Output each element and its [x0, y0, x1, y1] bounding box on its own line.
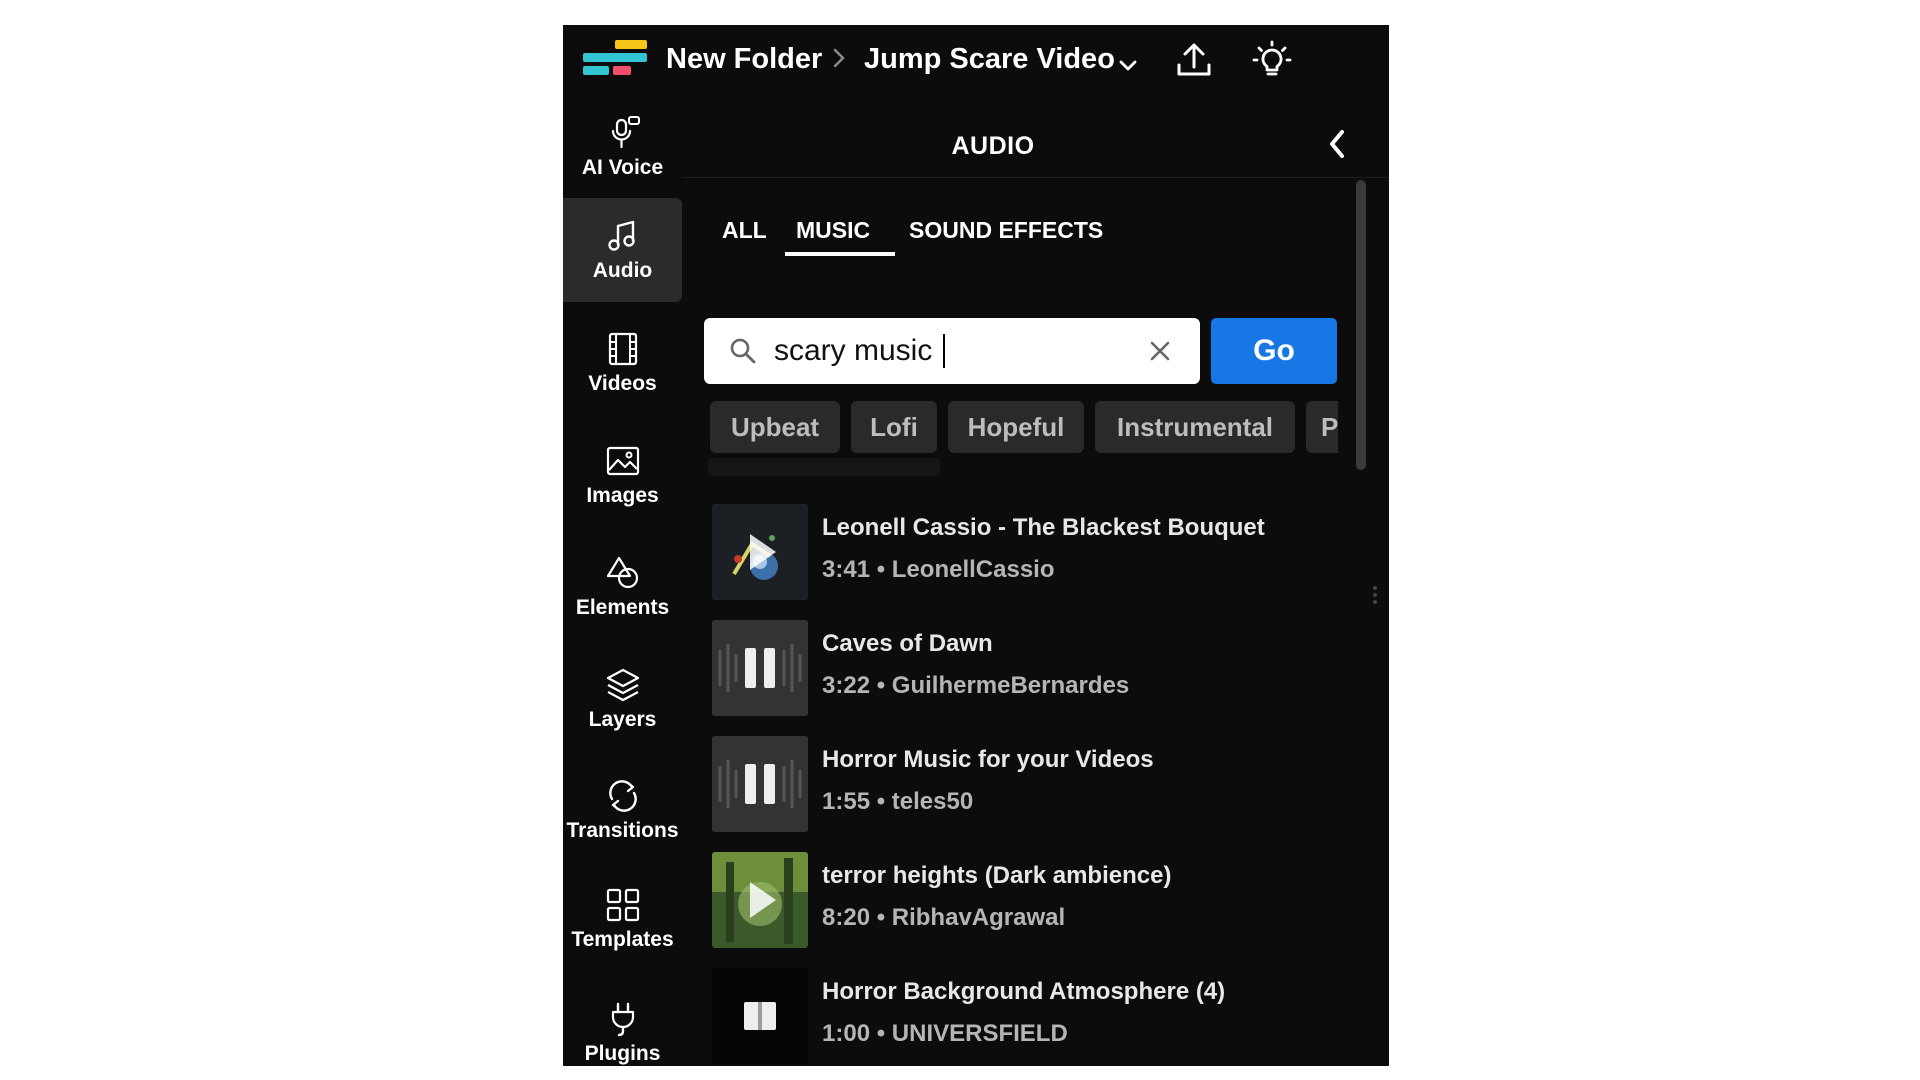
chip-lofi[interactable]: Lofi [851, 401, 937, 453]
track-meta: 3:41 • LeonellCassio [822, 556, 1055, 583]
sidebar-item-plugins[interactable]: Plugins [563, 981, 682, 1066]
text-caret [943, 334, 945, 368]
track-item[interactable]: Leonell Cassio - The Blackest Bouquet 3:… [712, 504, 1342, 600]
track-thumbnail[interactable] [712, 504, 808, 600]
panel-title: AUDIO [951, 132, 1035, 160]
track-item[interactable]: Horror Background Atmosphere (4) 1:00 • … [712, 968, 1342, 1064]
genre-chips: Upbeat Lofi Hopeful Instrumental P [710, 401, 1338, 453]
music-note-icon [607, 220, 635, 251]
chevron-left-icon[interactable] [1320, 122, 1354, 166]
layers-icon [606, 668, 639, 702]
breadcrumb-folder[interactable]: New Folder [666, 43, 822, 76]
track-title: Horror Music for your Videos [822, 746, 1154, 773]
sidebar-item-templates[interactable]: Templates [563, 867, 682, 971]
sidebar-item-audio[interactable]: Audio [563, 198, 682, 302]
chevron-down-icon[interactable] [1113, 51, 1143, 81]
close-icon[interactable] [1144, 335, 1176, 367]
image-icon [606, 446, 639, 476]
track-thumbnail[interactable] [712, 852, 808, 948]
panel-scrollbar[interactable] [1356, 180, 1366, 470]
sidebar-item-label: Plugins [584, 1042, 661, 1065]
shapes-icon [606, 556, 638, 589]
chips-scrollbar[interactable] [708, 458, 940, 476]
chip-hopeful[interactable]: Hopeful [948, 401, 1084, 453]
track-title: Caves of Dawn [822, 630, 993, 657]
track-title: Horror Background Atmosphere (4) [822, 978, 1226, 1005]
track-title: Leonell Cassio - The Blackest Bouquet [822, 514, 1265, 541]
app-logo[interactable] [583, 40, 647, 86]
microphone-icon [611, 116, 640, 149]
top-bar: New Folder Jump Scare Video [563, 25, 1389, 103]
sidebar-item-label: Templates [571, 928, 674, 951]
sidebar-item-label: Images [586, 484, 659, 507]
lightbulb-icon[interactable] [1251, 39, 1293, 81]
track-thumbnail[interactable] [712, 968, 808, 1064]
track-item[interactable]: Horror Music for your Videos 1:55 • tele… [712, 736, 1342, 832]
active-tab-indicator [785, 252, 895, 256]
film-icon [608, 332, 637, 366]
pause-icon [745, 648, 756, 688]
track-thumbnail[interactable] [712, 736, 808, 832]
plug-icon [611, 1002, 634, 1037]
track-item[interactable]: Caves of Dawn 3:22 • GuilhermeBernardes [712, 620, 1342, 716]
tab-all[interactable]: ALL [722, 217, 767, 244]
track-meta: 8:20 • RibhavAgrawal [822, 904, 1066, 931]
track-meta: 1:55 • teles50 [822, 788, 974, 815]
chevron-right-icon [833, 48, 845, 68]
panel-divider [682, 177, 1389, 178]
editor-window: New Folder Jump Scare Video AI Voice Aud… [563, 25, 1389, 1066]
track-thumbnail[interactable] [712, 620, 808, 716]
grid-icon [606, 888, 639, 922]
transition-icon [608, 780, 637, 812]
sidebar-item-label: AI Voice [581, 156, 664, 179]
chip-instrumental[interactable]: Instrumental [1095, 401, 1295, 453]
track-meta: 1:00 • UNIVERSFIELD [822, 1020, 1068, 1047]
sidebar-item-label: Elements [575, 596, 670, 619]
track-title: terror heights (Dark ambience) [822, 862, 1172, 889]
tab-music[interactable]: MUSIC [796, 217, 870, 244]
sidebar-item-label: Transitions [566, 819, 679, 842]
upload-icon[interactable] [1173, 39, 1215, 81]
sidebar-item-label: Audio [592, 259, 653, 282]
search-box [704, 318, 1200, 384]
pause-icon [745, 764, 756, 804]
track-meta: 3:22 • GuilhermeBernardes [822, 672, 1130, 699]
chip-partial[interactable]: P [1306, 401, 1338, 453]
chip-upbeat[interactable]: Upbeat [710, 401, 840, 453]
tab-sound-effects[interactable]: SOUND EFFECTS [909, 217, 1103, 244]
sidebar-item-transitions[interactable]: Transitions [563, 758, 682, 862]
sidebar-item-ai-voice[interactable]: AI Voice [563, 95, 682, 199]
breadcrumb-project[interactable]: Jump Scare Video [864, 43, 1115, 76]
track-item[interactable]: terror heights (Dark ambience) 8:20 • Ri… [712, 852, 1342, 948]
sidebar-item-label: Layers [588, 708, 657, 731]
sidebar-item-layers[interactable]: Layers [563, 647, 682, 751]
sidebar-item-label: Videos [588, 372, 657, 395]
sidebar-item-elements[interactable]: Elements [563, 535, 682, 639]
search-icon [730, 338, 756, 364]
sidebar-item-videos[interactable]: Videos [563, 311, 682, 415]
drag-handle-icon[interactable] [1371, 575, 1379, 615]
search-go-button[interactable]: Go [1211, 318, 1337, 384]
sidebar-item-images[interactable]: Images [563, 423, 682, 527]
